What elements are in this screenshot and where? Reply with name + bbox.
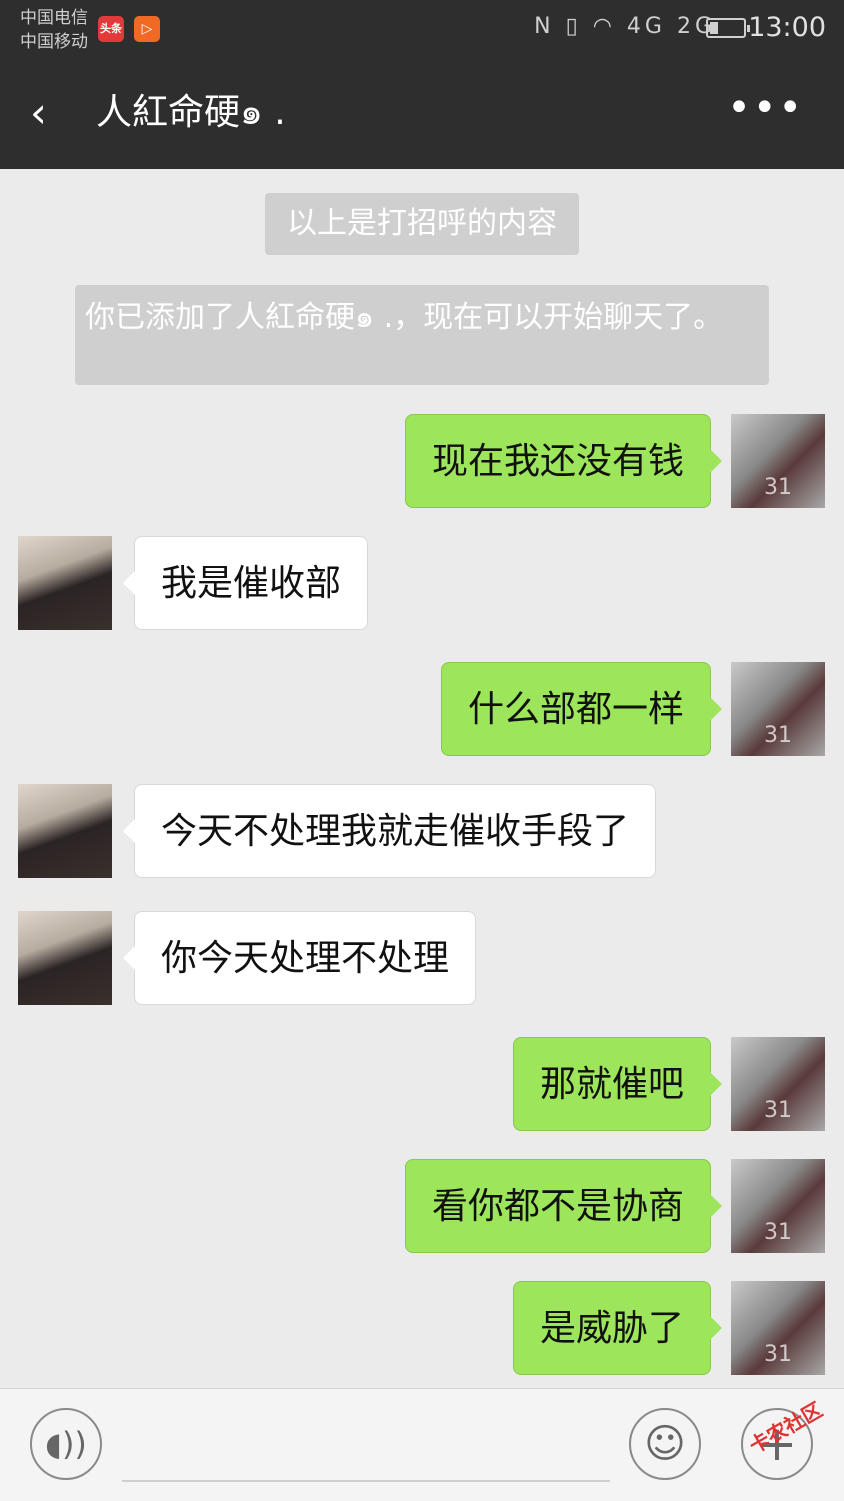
back-chevron-icon[interactable]: ‹: [30, 88, 70, 138]
system-message-greeting: 以上是打招呼的内容: [265, 193, 579, 255]
my-avatar[interactable]: 31: [731, 1159, 825, 1253]
more-options-icon[interactable]: •••: [727, 88, 804, 128]
status-bar: 中国电信 中国移动 头条 ▷ N ▯ ◠ 4G 2G 13:00: [0, 0, 844, 58]
message-bubble-received[interactable]: 你今天处理不处理: [122, 911, 477, 1005]
contact-avatar[interactable]: [18, 784, 112, 878]
avatar-mark: 31: [764, 1220, 792, 1245]
avatar-mark: 31: [764, 1342, 792, 1367]
message-bubble-sent[interactable]: 什么部都一样: [440, 662, 723, 756]
emoji-icon[interactable]: ☺: [629, 1408, 701, 1480]
message-bubble-sent[interactable]: 是威胁了: [512, 1281, 723, 1375]
message-text-field[interactable]: [122, 1480, 610, 1482]
my-avatar[interactable]: 31: [731, 662, 825, 756]
contact-avatar[interactable]: [18, 536, 112, 630]
contact-avatar[interactable]: [18, 911, 112, 1005]
battery-icon: [706, 18, 750, 38]
my-avatar[interactable]: 31: [731, 1281, 825, 1375]
carrier-2: 中国移动: [20, 32, 88, 52]
status-time: 13:00: [748, 12, 826, 43]
video-app-icon: ▷: [134, 16, 160, 42]
input-bar: ◖)) ☺ +: [0, 1388, 844, 1501]
avatar-mark: 31: [764, 1098, 792, 1123]
carrier-1: 中国电信: [20, 8, 88, 28]
signal-icons: N ▯ ◠ 4G 2G: [534, 14, 716, 39]
my-avatar[interactable]: 31: [731, 1037, 825, 1131]
avatar-mark: 31: [764, 723, 792, 748]
battery-level: [710, 22, 718, 34]
system-message-added: 你已添加了人紅命硬๑ .，现在可以开始聊天了。: [75, 285, 769, 385]
voice-input-icon[interactable]: ◖)): [30, 1408, 102, 1480]
chat-title: 人紅命硬๑ .: [96, 92, 286, 133]
avatar-mark: 31: [764, 475, 792, 500]
carrier-labels: 中国电信 中国移动: [20, 6, 88, 54]
message-bubble-received[interactable]: 今天不处理我就走催收手段了: [122, 784, 657, 878]
message-bubble-sent[interactable]: 现在我还没有钱: [404, 414, 723, 508]
message-bubble-sent[interactable]: 看你都不是协商: [404, 1159, 723, 1253]
my-avatar[interactable]: 31: [731, 414, 825, 508]
message-bubble-sent[interactable]: 那就催吧: [512, 1037, 723, 1131]
chat-header: ‹ 人紅命硬๑ . •••: [0, 58, 844, 169]
message-bubble-received[interactable]: 我是催收部: [122, 536, 369, 630]
news-app-icon: 头条: [98, 16, 124, 42]
